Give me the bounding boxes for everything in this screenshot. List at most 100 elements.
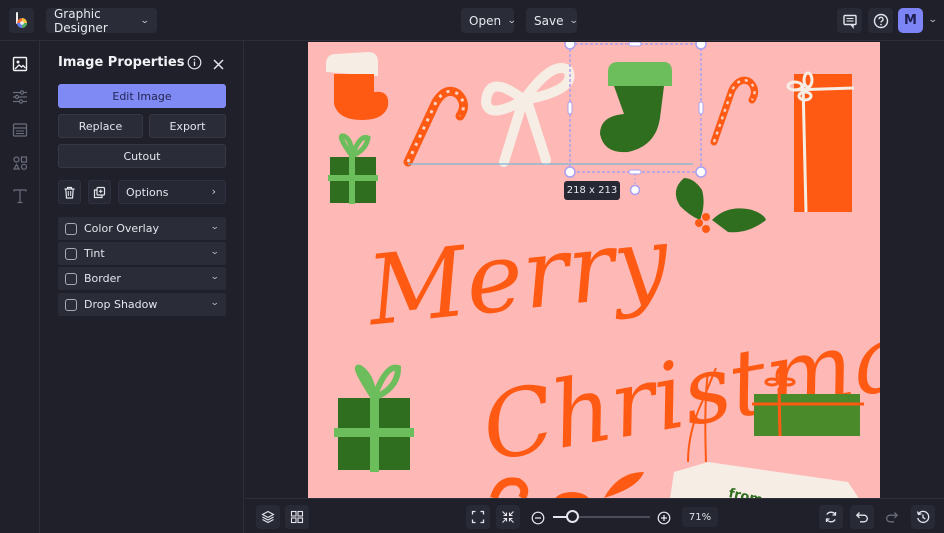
help-icon [873,13,888,28]
info-icon [187,55,202,70]
edit-image-button[interactable]: Edit Image [58,84,226,108]
effect-label: Border [84,272,121,285]
app-logo[interactable] [9,8,34,33]
panel-title: Image Properties [58,55,185,70]
holly-graphic [675,178,766,233]
grid-button[interactable] [285,505,309,529]
candy-cane-left [403,86,468,167]
effect-tint[interactable]: Tint ⌄ [58,242,226,265]
trash-icon [64,186,75,199]
close-panel-button[interactable] [212,56,225,70]
zoom-level-readout[interactable]: 71% [682,507,718,527]
tint-checkbox[interactable] [65,247,77,260]
effect-label: Color Overlay [84,222,159,235]
christmas-card-artwork: Merry Christmas from [326,42,880,498]
save-dropdown[interactable]: Save ⌄ [526,8,580,33]
border-checkbox[interactable] [65,272,77,285]
close-icon [213,59,224,70]
bottom-toolbar: 71% [245,498,944,533]
info-button[interactable] [187,55,202,70]
resize-handle [564,42,576,50]
undo-icon [855,512,868,523]
rail-item-image[interactable] [10,54,30,74]
effect-border[interactable]: Border ⌄ [58,267,226,290]
open-label: Open [469,13,502,28]
cutout-button[interactable]: Cutout [58,144,226,168]
zoom-slider[interactable] [553,510,650,523]
fit-screen-button[interactable] [466,505,490,529]
resize-handle [695,42,707,50]
headline-merry: Merry [360,204,675,347]
resize-handle [564,166,576,178]
chevron-down-icon: ⌄ [140,15,151,26]
shapes-icon [12,156,28,170]
color-overlay-checkbox[interactable] [65,222,77,235]
mode-label: Graphic Designer [54,6,108,35]
refresh-button[interactable] [819,505,843,529]
selection-size-tooltip: 218 x 213 [564,181,620,200]
zoom-out-button[interactable] [531,510,545,525]
candy-cane-right [710,76,759,146]
redo-button[interactable] [880,505,904,529]
zoom-in-button[interactable] [657,510,671,525]
rotate-handle [629,184,641,196]
duplicate-icon [93,186,106,198]
logo-icon [16,12,27,28]
drop-shadow-checkbox[interactable] [65,298,77,311]
chevron-down-icon: ⌄ [210,222,221,232]
replace-button[interactable]: Replace [58,114,143,138]
history-button[interactable] [911,505,935,529]
export-button[interactable]: Export [149,114,226,138]
fullscreen-icon [471,510,485,524]
rail-item-layout[interactable] [10,120,30,140]
shrink-button[interactable] [496,505,520,529]
text-icon [13,189,27,204]
refresh-icon [825,511,837,523]
history-icon [916,510,930,524]
chevron-down-icon: ⌄ [210,272,221,282]
undo-button[interactable] [850,505,874,529]
comments-button[interactable] [837,8,862,33]
chevron-right-icon: › [211,185,216,198]
collapse-icon [502,511,514,523]
mode-dropdown[interactable]: Graphic Designer ⌄ [46,6,157,35]
rail-item-graphics[interactable] [10,153,30,173]
layers-button[interactable] [256,505,280,529]
top-bar: Graphic Designer ⌄ Open ⌄ Save ⌄ M ⌄ [0,0,944,41]
help-button[interactable] [868,8,893,33]
save-label: Save [534,13,564,28]
tool-rail [0,41,40,533]
chevron-down-icon: ⌄ [210,247,221,257]
zoom-slider-thumb[interactable] [566,510,579,523]
options-label: Options [126,185,169,199]
zoom-out-icon [531,511,545,525]
image-properties-panel: Image Properties Edit Image Replace Expo… [41,41,244,533]
chevron-down-icon: ⌄ [569,15,580,26]
sliders-icon [13,90,27,104]
resize-handle [628,42,642,47]
resize-handle [695,166,707,178]
resize-handle [698,101,704,115]
rail-item-adjust[interactable] [10,87,30,107]
effect-drop-shadow[interactable]: Drop Shadow ⌄ [58,293,226,316]
chevron-down-icon[interactable]: ⌄ [928,15,938,25]
resize-handle [567,101,573,115]
delete-button[interactable] [58,180,81,204]
layout-icon [12,123,28,137]
open-dropdown[interactable]: Open ⌄ [461,8,517,33]
options-button[interactable]: Options › [118,180,226,204]
layers-icon [261,510,275,524]
green-gift-small [328,133,378,204]
user-avatar[interactable]: M [898,8,923,33]
image-icon [12,56,28,72]
resize-handle [628,169,642,175]
rail-item-text[interactable] [10,186,30,206]
green-gift-large [334,364,414,472]
zoom-in-icon [657,511,671,525]
comment-icon [842,14,857,29]
effect-color-overlay[interactable]: Color Overlay ⌄ [58,217,226,240]
design-canvas[interactable]: Merry Christmas from [308,42,880,498]
redo-icon [886,512,899,523]
duplicate-button[interactable] [88,180,111,204]
red-stocking-graphic [326,52,389,120]
